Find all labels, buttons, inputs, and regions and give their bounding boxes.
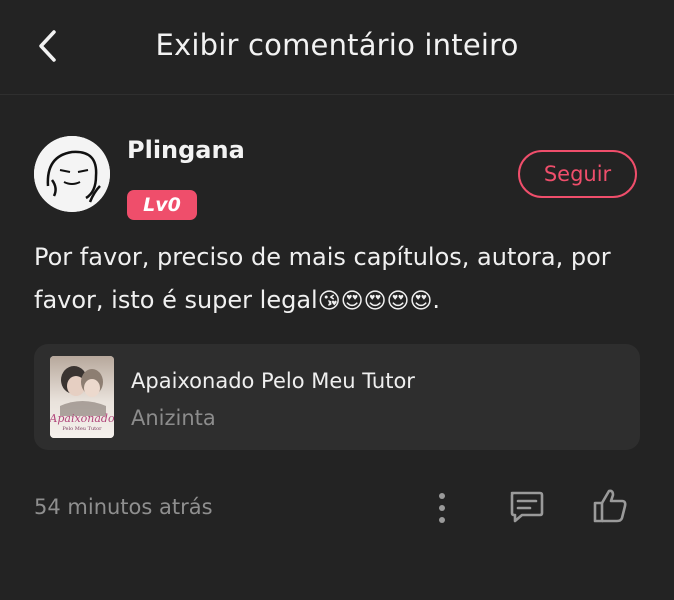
comment-detail-screen: Exibir comentário inteiro Plingana Lv0 S…	[0, 0, 674, 600]
page-title: Exibir comentário inteiro	[155, 28, 519, 62]
reply-button[interactable]	[506, 487, 546, 527]
more-options-button[interactable]	[428, 488, 456, 528]
book-title: Apaixonado Pelo Meu Tutor	[131, 369, 415, 393]
more-vertical-icon	[439, 493, 445, 523]
avatar-image	[34, 136, 110, 212]
book-cover: Apaixonado Pelo Meu Tutor	[50, 356, 114, 438]
comment-icon	[510, 491, 544, 523]
avatar[interactable]	[34, 136, 110, 212]
top-bar: Exibir comentário inteiro	[0, 0, 674, 94]
username[interactable]: Plingana	[127, 136, 245, 164]
book-author: Anizinta	[131, 406, 216, 430]
comment-timestamp: 54 minutos atrás	[34, 495, 213, 519]
svg-text:Pelo Meu Tutor: Pelo Meu Tutor	[62, 426, 102, 432]
level-badge: Lv0	[127, 190, 197, 220]
thumbs-up-icon	[593, 489, 627, 523]
comment-emojis: 😘😍😍😍😍	[317, 289, 433, 314]
book-card[interactable]: Apaixonado Pelo Meu Tutor Apaixonado Pel…	[34, 344, 640, 450]
book-cover-image: Apaixonado Pelo Meu Tutor	[50, 356, 114, 438]
svg-text:Apaixonado: Apaixonado	[50, 412, 114, 425]
follow-button[interactable]: Seguir	[518, 150, 637, 198]
header-divider	[0, 94, 674, 95]
comment-text: Por favor, preciso de mais capítulos, au…	[34, 236, 634, 323]
comment-trailing: .	[432, 286, 441, 314]
like-button[interactable]	[590, 486, 630, 526]
